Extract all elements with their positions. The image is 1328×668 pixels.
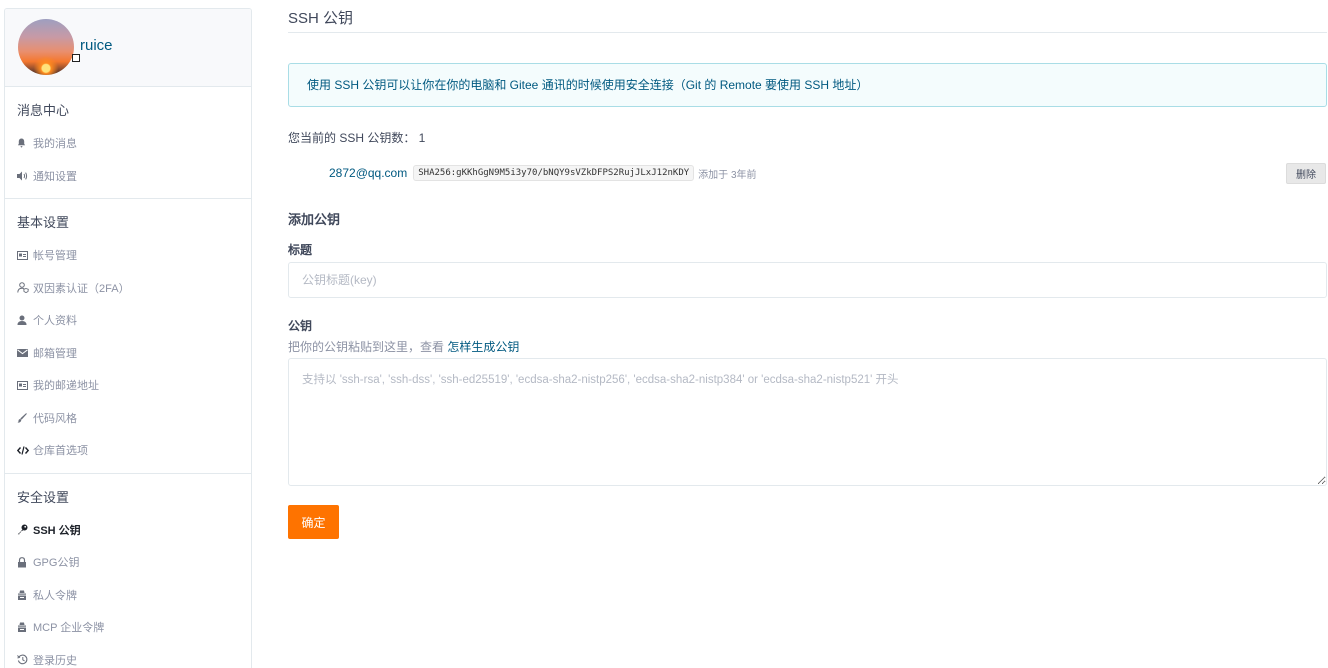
menu-section-messages: 消息中心 我的消息 通知设置 (5, 87, 251, 199)
sidebar-item-notification-settings[interactable]: 通知设置 (5, 160, 251, 193)
sidebar-item-label: 帐号管理 (33, 250, 77, 263)
username-link[interactable]: ruice (80, 37, 113, 54)
sidebar: ruice 消息中心 我的消息 通知设置 基本设置 帐号管理 双因素认证（2FA… (4, 8, 252, 668)
address-card-icon (17, 380, 33, 390)
sidebar-item-email[interactable]: 邮箱管理 (5, 337, 251, 370)
add-key-heading: 添加公钥 (288, 212, 341, 227)
submit-button[interactable]: 确定 (288, 505, 339, 539)
sidebar-item-label: 邮箱管理 (33, 347, 77, 360)
sidebar-item-label: SSH 公钥 (33, 524, 81, 537)
page-title: SSH 公钥 (288, 0, 1327, 33)
how-to-generate-key-link[interactable]: 怎样生成公钥 (447, 340, 519, 354)
public-key-hint: 把你的公钥粘贴到这里，查看 怎样生成公钥 (288, 338, 1328, 354)
sidebar-item-label: MCP 企业令牌 (33, 622, 105, 635)
title-label: 标题 (288, 243, 313, 257)
token-icon (17, 590, 33, 600)
sidebar-item-mcp-tokens[interactable]: MCP 企业令牌 (5, 611, 251, 644)
key-count: 您当前的 SSH 公钥数： 1 (288, 131, 426, 145)
sidebar-item-mailing-address[interactable]: 我的邮递地址 (5, 369, 251, 402)
sidebar-item-label: 个人资料 (33, 315, 77, 328)
public-key-label: 公钥 (288, 319, 313, 333)
sidebar-item-label: 仓库首选项 (33, 445, 88, 458)
user-icon (17, 315, 33, 326)
sidebar-item-account[interactable]: 帐号管理 (5, 239, 251, 272)
sidebar-item-label: 双因素认证（2FA） (33, 282, 130, 295)
key-fingerprint: SHA256:gKKhGgN9M5i3y70/bNQY9sVZkDFPS2Ruj… (413, 165, 695, 181)
sidebar-item-login-history[interactable]: 登录历史 (5, 644, 251, 668)
key-added-time: 添加于 3年前 (698, 169, 757, 181)
user-shield-icon (17, 282, 33, 294)
sidebar-item-private-tokens[interactable]: 私人令牌 (5, 579, 251, 612)
sidebar-item-label: 登录历史 (33, 654, 77, 667)
bell-icon (17, 138, 33, 148)
sidebar-item-ssh-keys[interactable]: SSH 公钥 (5, 514, 251, 547)
token-icon (17, 622, 33, 633)
id-card-icon (17, 250, 33, 260)
sidebar-item-my-messages[interactable]: 我的消息 (5, 127, 251, 160)
info-message: 使用 SSH 公钥可以让你在你的电脑和 Gitee 通讯的时候使用安全连接（Gi… (288, 63, 1327, 107)
sidebar-item-label: 代码风格 (33, 412, 77, 425)
key-title-link[interactable]: 2872@qq.com (329, 166, 407, 180)
sidebar-item-profile[interactable]: 个人资料 (5, 304, 251, 337)
menu-section-security: 安全设置 SSH 公钥 GPG公钥 私人令牌 MCP 企业令牌 登录历史 (5, 474, 251, 668)
section-title: 安全设置 (17, 489, 70, 505)
key-title-input[interactable] (288, 262, 1327, 298)
history-icon (17, 654, 33, 665)
delete-key-button[interactable]: 删除 (1286, 162, 1326, 184)
sidebar-item-label: GPG公钥 (33, 557, 80, 570)
sidebar-item-gpg-keys[interactable]: GPG公钥 (5, 546, 251, 579)
section-title: 消息中心 (17, 103, 70, 118)
volume-icon (17, 171, 33, 181)
menu-section-basic: 基本设置 帐号管理 双因素认证（2FA） 个人资料 邮箱管理 我的邮递地址 代码… (5, 199, 251, 474)
code-icon (17, 446, 33, 455)
section-title: 基本设置 (17, 215, 70, 230)
avatar-badge (72, 54, 80, 62)
ssh-key-row: 2872@qq.com SHA256:gKKhGgN9M5i3y70/bNQY9… (288, 162, 1326, 184)
profile-header: ruice (5, 9, 251, 87)
sidebar-item-label: 私人令牌 (33, 589, 77, 602)
avatar[interactable] (18, 19, 74, 75)
hint-text: 把你的公钥粘贴到这里，查看 (288, 340, 445, 354)
brush-icon (17, 412, 33, 423)
sidebar-item-label: 我的消息 (33, 138, 77, 151)
public-key-textarea[interactable] (288, 358, 1327, 486)
sidebar-item-label: 我的邮递地址 (33, 380, 99, 393)
lock-icon (17, 556, 33, 568)
sidebar-item-2fa[interactable]: 双因素认证（2FA） (5, 272, 251, 305)
sidebar-item-label: 通知设置 (33, 170, 77, 183)
sidebar-item-repo-preferences[interactable]: 仓库首选项 (5, 434, 251, 467)
main-content: SSH 公钥 使用 SSH 公钥可以让你在你的电脑和 Gitee 通讯的时候使用… (288, 0, 1328, 539)
key-icon (17, 524, 33, 535)
envelope-icon (17, 348, 33, 357)
sidebar-item-code-style[interactable]: 代码风格 (5, 402, 251, 435)
